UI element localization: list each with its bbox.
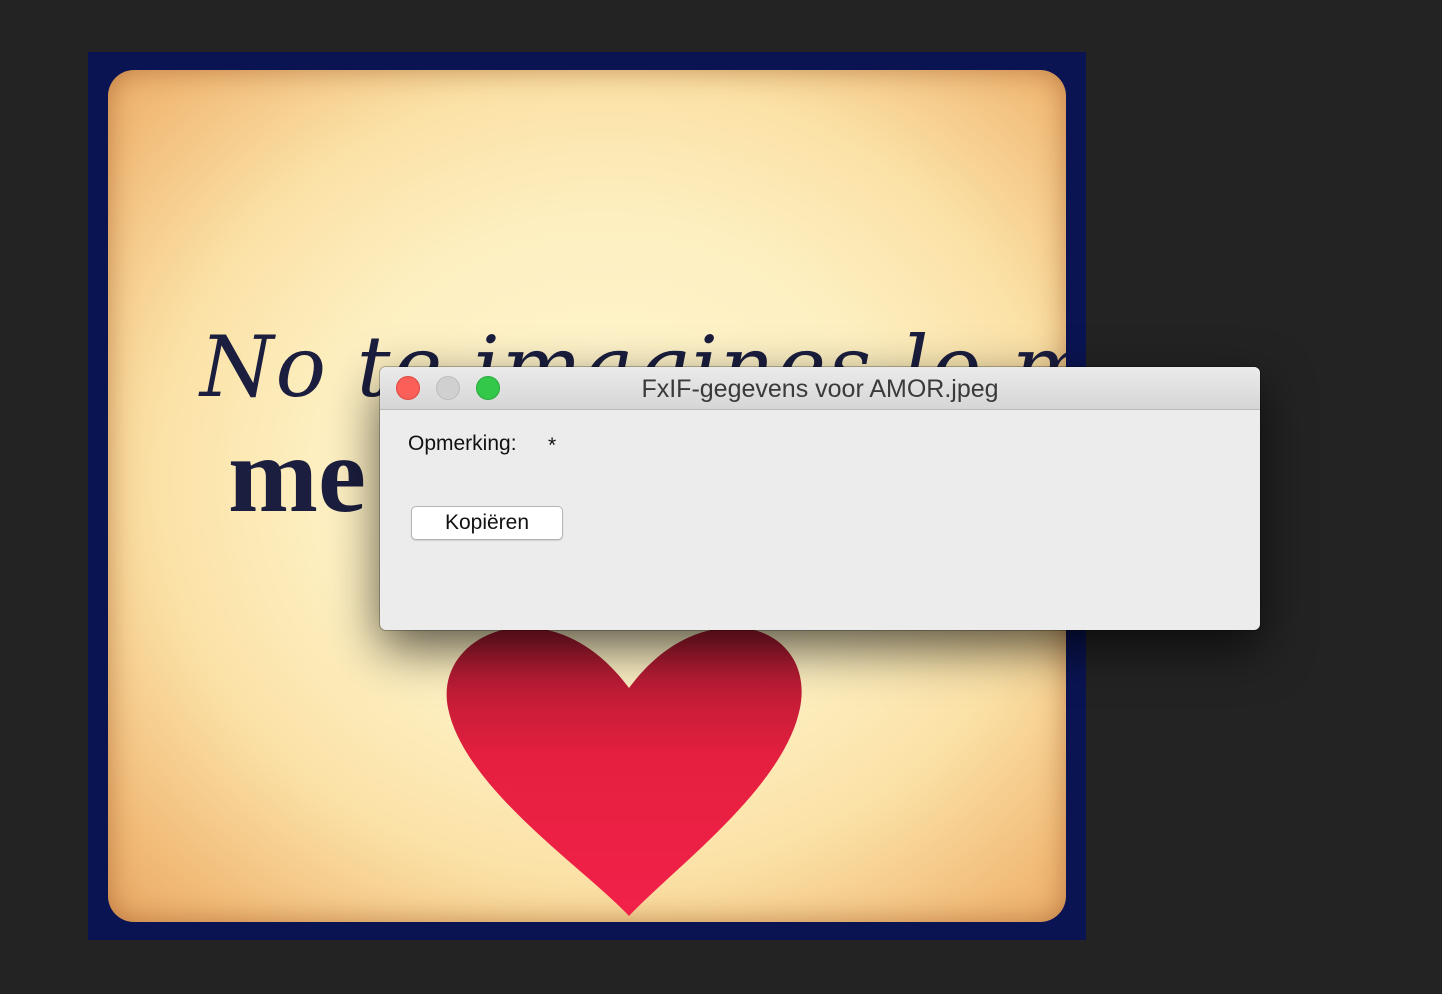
desktop-background: No te imagines lo mucho que me FxIF-gege… [0,0,1442,994]
photo-text-line2: me [228,416,366,535]
comment-label: Opmerking: [408,432,517,455]
dialog-content: Opmerking: * Kopiëren [380,410,1260,630]
fxif-dialog-window: FxIF-gegevens voor AMOR.jpeg Opmerking: … [380,367,1260,630]
comment-value: * [548,434,557,457]
window-title: FxIF-gegevens voor AMOR.jpeg [641,375,999,403]
copy-button[interactable]: Kopiëren [411,506,563,540]
title-bar[interactable]: FxIF-gegevens voor AMOR.jpeg [380,367,1260,410]
heart-icon [446,627,802,916]
